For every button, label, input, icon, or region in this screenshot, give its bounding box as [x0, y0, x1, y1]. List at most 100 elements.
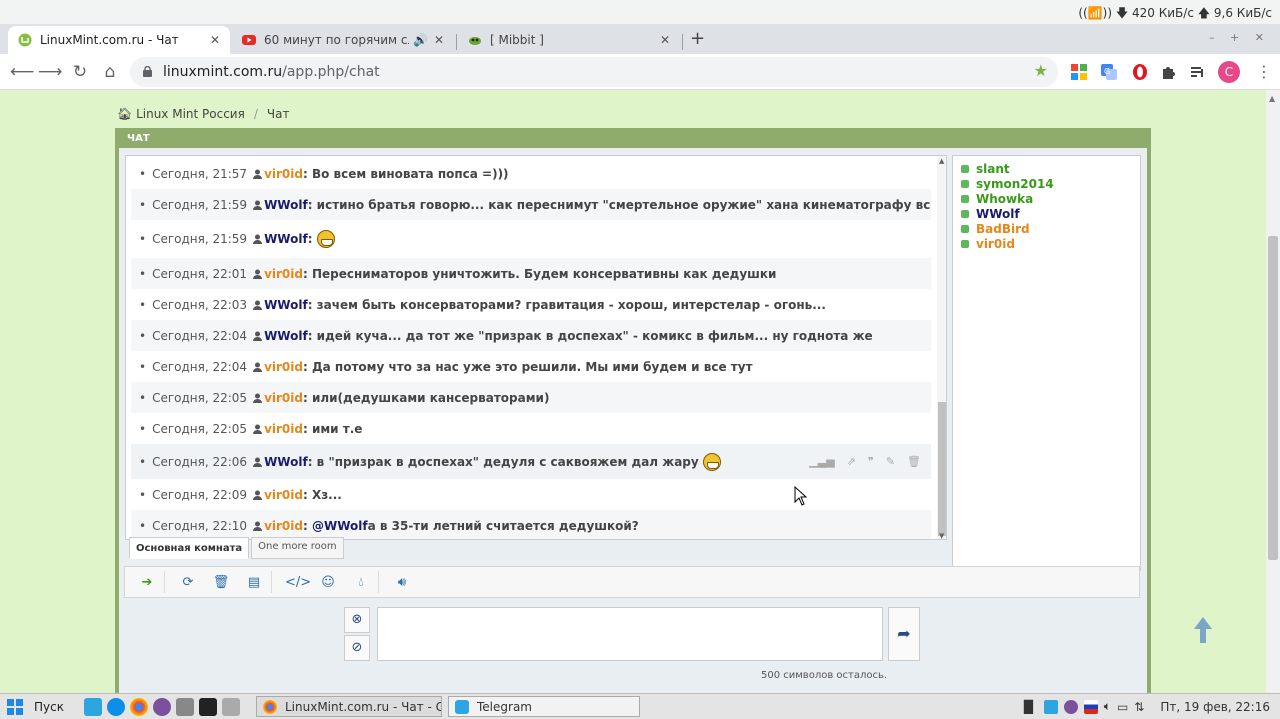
page-scrollbar[interactable]: ▲ [1266, 90, 1280, 693]
message-time: Сегодня, 22:06 [152, 454, 248, 469]
tab-linuxmint-chat[interactable]: LinuxMint.com.ru - Чат ✕ [8, 26, 230, 54]
trash-icon[interactable]: 🗑︎ [211, 575, 231, 590]
network-tray-icon[interactable]: ⇅ [1134, 700, 1144, 714]
taskbar-window-telegram[interactable]: Telegram [448, 696, 640, 717]
tab-close-icon[interactable]: ✕ [210, 33, 220, 47]
send-button[interactable]: ➦ [888, 607, 920, 661]
chrome-launcher-icon[interactable] [129, 697, 148, 716]
message-username[interactable]: WWolf [264, 198, 308, 212]
viber-tray-icon[interactable] [1063, 699, 1078, 714]
color-drop-icon[interactable]: 💧︎ [351, 575, 371, 590]
message-time: Сегодня, 21:57 [152, 166, 248, 181]
delete-icon[interactable]: 🗑︎ [907, 455, 921, 468]
share-icon[interactable]: ⇗ [847, 455, 856, 468]
scrollbar-thumb[interactable] [938, 402, 946, 536]
message-username[interactable]: WWolf [264, 329, 308, 343]
scroll-to-top-icon[interactable] [1192, 615, 1214, 645]
message-username[interactable]: WWolf [264, 298, 308, 312]
message-username[interactable]: vir0id [264, 519, 303, 533]
message-mention[interactable]: @WWolf [312, 519, 368, 533]
download-speed: 420 КиБ/с [1132, 6, 1194, 20]
extension-apps-icon[interactable] [1070, 63, 1088, 81]
files-launcher-icon[interactable] [221, 697, 240, 716]
user-badbird[interactable]: BadBird [961, 221, 1140, 236]
user-symon2014[interactable]: symon2014 [961, 176, 1140, 191]
profile-avatar[interactable]: C [1218, 61, 1240, 83]
messages-pane[interactable]: • Сегодня, 21:57 vir0id: Во всем виновата… [125, 155, 947, 540]
breadcrumb-home-link[interactable]: Linux Mint Россия [136, 107, 245, 121]
puzzle-extensions-icon[interactable] [1160, 63, 1178, 81]
scroll-up-icon[interactable]: ▲ [1269, 94, 1275, 103]
camera-launcher-icon[interactable] [175, 697, 194, 716]
bookmark-star-icon[interactable]: ★ [1034, 61, 1048, 80]
terminal-launcher-icon[interactable] [198, 697, 217, 716]
chat-message: • Сегодня, 22:09 vir0id: Хз... [139, 487, 342, 502]
translate-icon[interactable]: G [1100, 63, 1118, 81]
media-queue-icon[interactable] [1189, 63, 1207, 81]
tab-close-icon[interactable]: ✕ [434, 33, 444, 47]
refresh-icon[interactable]: ⟳ [178, 575, 198, 590]
message-text: ими т.е [311, 421, 363, 436]
sound-icon[interactable]: 🔊︎ [392, 575, 412, 590]
forward-button[interactable]: ⟶ [38, 61, 62, 83]
signal-icon[interactable]: ▁▃▅ [809, 455, 834, 468]
user-whowka[interactable]: Whowka [961, 191, 1140, 206]
viber-launcher-icon[interactable] [152, 697, 171, 716]
breadcrumb-current[interactable]: Чат [267, 107, 290, 121]
message-username[interactable]: WWolf [264, 455, 308, 469]
audio-playing-icon[interactable]: 🔊 [413, 33, 428, 47]
scrollbar-thumb[interactable] [1268, 236, 1278, 560]
back-button[interactable]: ⟵ [10, 61, 34, 83]
message-username[interactable]: vir0id [264, 488, 303, 502]
teamviewer-launcher-icon[interactable] [106, 697, 125, 716]
tab-main-room[interactable]: Основная комната [129, 537, 250, 559]
url-text[interactable]: linuxmint.com.ru/app.php/chat [163, 64, 380, 80]
message-username[interactable]: vir0id [264, 360, 303, 374]
message-username[interactable]: vir0id [264, 391, 303, 405]
login-icon[interactable]: ➔ [137, 575, 157, 590]
new-tab-button[interactable]: + [690, 28, 705, 49]
chat-panel-header: ЧАТ [127, 133, 150, 144]
cancel-icon[interactable]: ⊘ [344, 635, 370, 661]
user-vir0id[interactable]: vir0id [961, 236, 1140, 251]
scroll-down-icon[interactable]: ▼ [939, 532, 944, 539]
telegram-launcher-icon[interactable] [83, 697, 102, 716]
home-button[interactable]: ⌂ [99, 61, 121, 83]
browser-menu-icon[interactable]: ⋮ [1256, 62, 1272, 81]
tab-another-room[interactable]: One more room [251, 537, 344, 559]
scroll-up-icon[interactable]: ▲ [939, 157, 944, 165]
message-username[interactable]: vir0id [264, 267, 303, 281]
tab-close-icon[interactable]: ✕ [660, 33, 670, 47]
message-text: Пересниматоров уничтожить. Будем консерв… [311, 266, 777, 281]
quote-icon[interactable]: ❞ [868, 455, 874, 468]
clear-icon[interactable]: ⊗ [344, 607, 370, 633]
tray-menu-icon[interactable]: ▐▌ [1019, 700, 1037, 714]
grin-emoji-icon [702, 452, 721, 471]
tab-mibbit[interactable]: [ Mibbit ] ✕ [458, 26, 680, 54]
telegram-tray-icon[interactable] [1043, 699, 1058, 714]
messages-scrollbar[interactable]: ▲ ▼ [937, 156, 946, 539]
archive-icon[interactable]: ▤ [244, 575, 264, 590]
smiley-icon[interactable]: ☺ [318, 575, 338, 590]
chat-message: • Сегодня, 21:59 WWolf: истино братья гов… [131, 189, 931, 220]
edit-icon[interactable]: ✎ [886, 455, 895, 468]
message-username[interactable]: WWolf [264, 232, 308, 246]
message-username[interactable]: vir0id [264, 167, 303, 181]
battery-icon[interactable]: ▭ [1117, 700, 1128, 714]
start-button[interactable]: Пуск [6, 698, 64, 716]
message-username[interactable]: vir0id [264, 422, 303, 436]
chat-tools-bar: ➔ ⟳ 🗑︎ ▤ </> ☺ 💧︎ 🔊︎ [124, 566, 1140, 598]
taskbar-window-chrome[interactable]: LinuxMint.com.ru - Чат - G... [256, 696, 442, 717]
clock[interactable]: Пт, 19 фев, 22:16 [1160, 700, 1270, 714]
opera-icon[interactable] [1131, 63, 1149, 81]
window-controls[interactable]: – + ✕ [1209, 31, 1270, 44]
code-icon[interactable]: </> [285, 575, 311, 590]
tab-video[interactable]: 60 минут по горячим сле 🔊 ✕ [232, 26, 454, 54]
reload-button[interactable]: ↻ [69, 61, 91, 83]
user-wwolf[interactable]: WWolf [961, 206, 1140, 221]
volume-icon[interactable]: 🔈︎ [1104, 699, 1111, 714]
message-input[interactable] [377, 607, 883, 661]
user-slant[interactable]: slant [961, 161, 1140, 176]
language-flag-icon[interactable] [1083, 699, 1098, 714]
address-bar[interactable]: linuxmint.com.ru/app.php/chat ★ [130, 57, 1058, 87]
